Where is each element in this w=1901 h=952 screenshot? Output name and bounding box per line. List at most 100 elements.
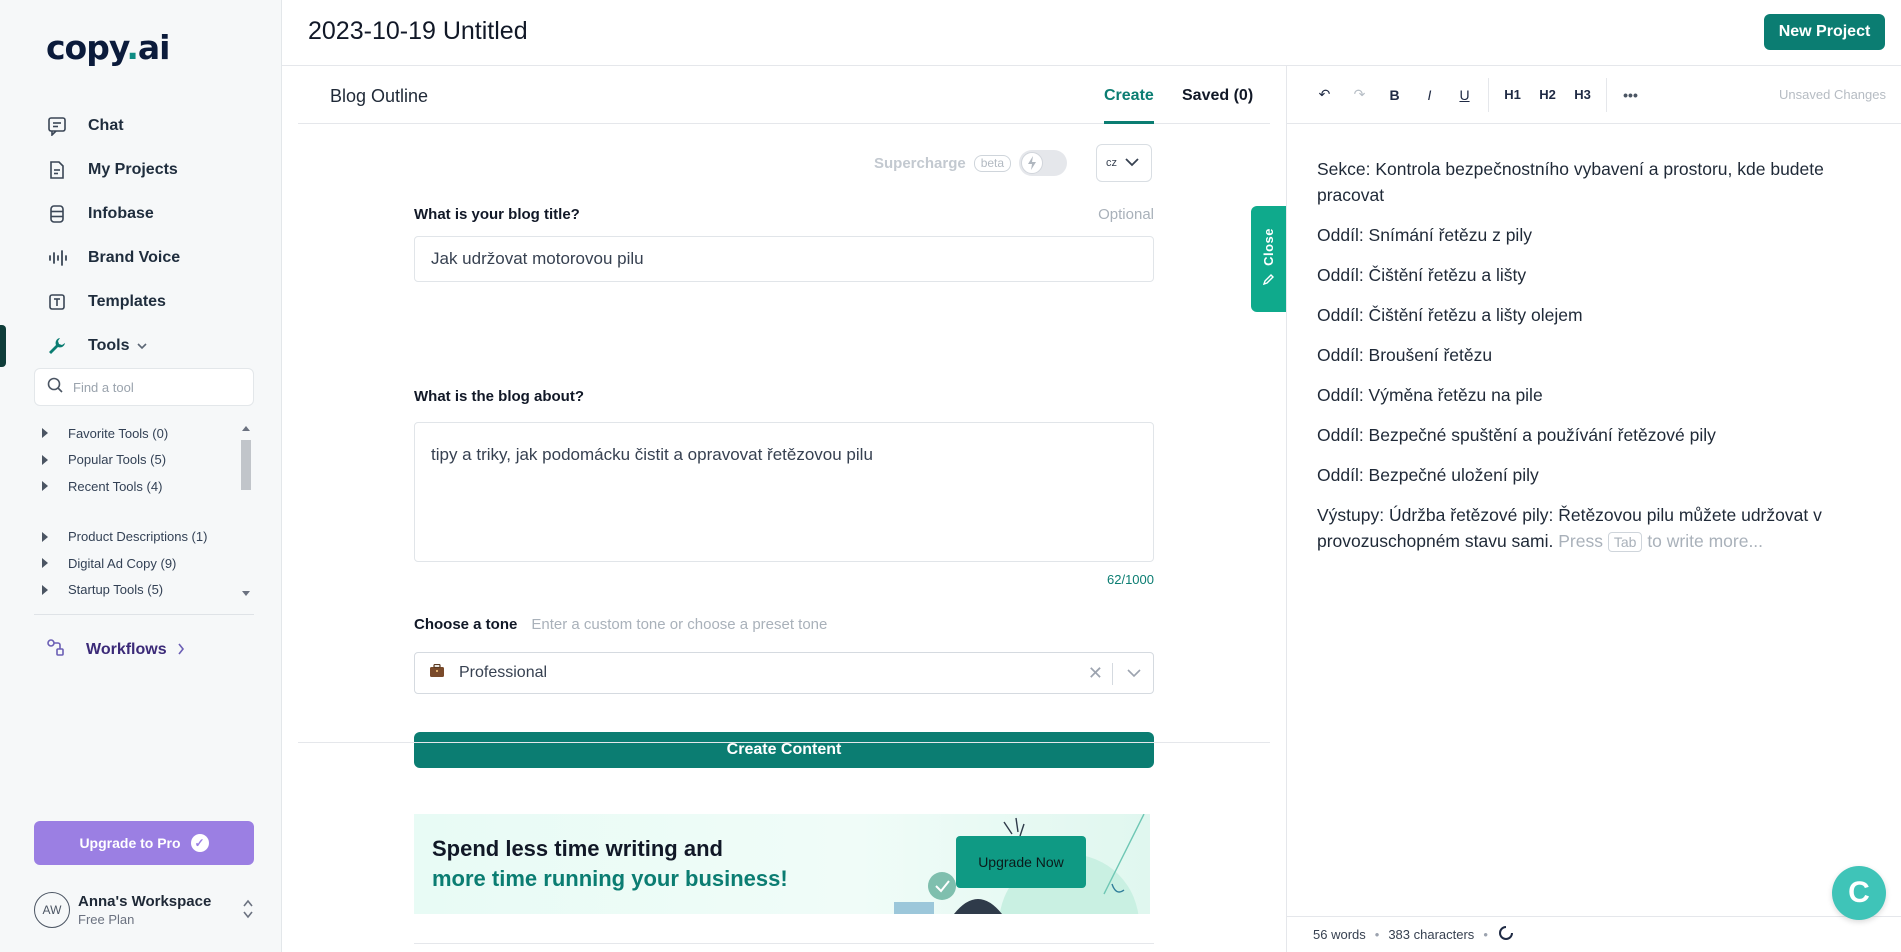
caret-right-icon xyxy=(42,531,48,542)
new-project-button[interactable]: New Project xyxy=(1764,14,1885,50)
tone-hint: Enter a custom tone or choose a preset t… xyxy=(531,616,828,633)
underline-button[interactable]: U xyxy=(1447,80,1482,110)
tree-item-label: Favorite Tools (0) xyxy=(68,425,169,441)
tool-panel-header: Blog Outline Create Saved (0) xyxy=(298,66,1270,124)
support-chat-button[interactable]: C xyxy=(1832,866,1886,920)
nav-item-tools[interactable]: Tools xyxy=(34,324,264,368)
workspace-switcher[interactable]: AW Anna's Workspace Free Plan xyxy=(34,888,254,932)
tree-divider-space xyxy=(34,500,252,524)
scroll-thumb[interactable] xyxy=(241,440,251,490)
panel-divider-bottom xyxy=(414,943,1154,944)
briefcase-icon xyxy=(429,663,445,683)
more-options-icon[interactable]: ••• xyxy=(1613,80,1648,110)
workspace-plan: Free Plan xyxy=(78,912,135,927)
database-icon xyxy=(46,203,68,225)
caret-right-icon xyxy=(42,428,48,439)
language-code: cz xyxy=(1106,157,1117,169)
language-select[interactable]: cz xyxy=(1096,144,1152,182)
undo-icon[interactable]: ↶ xyxy=(1307,80,1342,110)
scroll-down-icon[interactable] xyxy=(242,591,250,596)
italic-button[interactable]: I xyxy=(1412,80,1447,110)
tab-key-hint: Tab xyxy=(1607,532,1643,552)
workflows-link[interactable]: Workflows xyxy=(34,630,185,670)
tree-item-popular-tools[interactable]: Popular Tools (5) xyxy=(34,447,252,474)
chevron-right-icon xyxy=(177,642,185,658)
tree-item-digital-ad-copy[interactable]: Digital Ad Copy (9) xyxy=(34,550,252,577)
tool-search-box xyxy=(34,368,254,406)
lightning-icon xyxy=(1021,152,1044,174)
bold-button[interactable]: B xyxy=(1377,80,1412,110)
editor-paragraph: Oddíl: Čištění řetězu a lišty olejem xyxy=(1317,305,1583,325)
redo-icon[interactable]: ↷ xyxy=(1342,80,1377,110)
sidebar: copy.ai Chat My Projects Infobase Brand … xyxy=(0,0,282,952)
editor-paragraph: Oddíl: Bezpečné uložení pily xyxy=(1317,465,1539,485)
tone-row: Choose a tone Enter a custom tone or cho… xyxy=(414,616,827,633)
top-header: 2023-10-19 Untitled New Project xyxy=(282,0,1901,66)
tool-tree: Favorite Tools (0) Popular Tools (5) Rec… xyxy=(34,420,252,602)
upgrade-now-button[interactable]: Upgrade Now xyxy=(956,836,1086,888)
nav-item-infobase[interactable]: Infobase xyxy=(34,192,264,236)
character-count: 383 characters xyxy=(1388,927,1475,942)
title-field-label: What is your blog title? xyxy=(414,206,580,223)
chevron-down-icon[interactable] xyxy=(1127,665,1141,683)
unsaved-changes-status: Unsaved Changes xyxy=(1779,87,1886,102)
blog-outline-form: What is your blog title? Optional Jak ud… xyxy=(414,206,1154,768)
upgrade-promo-banner: Spend less time writing and more time ru… xyxy=(414,814,1150,914)
tree-item-label: Recent Tools (4) xyxy=(68,478,163,494)
tree-item-label: Product Descriptions (1) xyxy=(68,529,208,545)
main-nav: Chat My Projects Infobase Brand Voice Te… xyxy=(34,104,264,368)
tree-item-favorite-tools[interactable]: Favorite Tools (0) xyxy=(34,420,252,447)
caret-right-icon xyxy=(42,481,48,492)
tree-item-label: Popular Tools (5) xyxy=(68,452,167,468)
tone-field-label: Choose a tone xyxy=(414,616,518,633)
nav-item-chat[interactable]: Chat xyxy=(34,104,264,148)
upgrade-to-pro-button[interactable]: Upgrade to Pro ✓ xyxy=(34,821,254,865)
editor-paragraph: Oddíl: Bezpečné spuštění a používání řet… xyxy=(1317,425,1716,445)
upgrade-label: Upgrade to Pro xyxy=(79,835,181,851)
toolbar-divider xyxy=(1606,77,1607,112)
heading-2-button[interactable]: H2 xyxy=(1530,80,1565,110)
nav-label: Tools xyxy=(88,337,130,354)
editor-paragraph: Oddíl: Výměna řetězu na pile xyxy=(1317,385,1543,405)
nav-item-brand-voice[interactable]: Brand Voice xyxy=(34,236,264,280)
chevron-up-down-icon xyxy=(242,898,254,921)
nav-label: Chat xyxy=(88,117,124,134)
word-count: 56 words xyxy=(1313,927,1366,942)
status-divider xyxy=(1287,916,1901,917)
tone-select[interactable]: Professional ✕ xyxy=(414,652,1154,694)
tree-item-label: Digital Ad Copy (9) xyxy=(68,555,177,571)
nav-label: My Projects xyxy=(88,161,178,178)
avatar: AW xyxy=(34,892,70,928)
scroll-up-icon[interactable] xyxy=(242,426,250,431)
tool-panel: Blog Outline Create Saved (0) Supercharg… xyxy=(298,66,1270,952)
blog-about-textarea[interactable]: tipy a triky, jak podomácku čistit a opr… xyxy=(414,422,1154,562)
tree-item-startup-tools[interactable]: Startup Tools (5) xyxy=(34,577,252,604)
tab-create[interactable]: Create xyxy=(1104,87,1154,105)
editor-content[interactable]: Sekce: Kontrola bezpečnostního vybavení … xyxy=(1317,156,1877,568)
write-more-hint-press: Press xyxy=(1558,531,1603,551)
heading-1-button[interactable]: H1 xyxy=(1495,80,1530,110)
search-icon xyxy=(47,377,63,398)
wrench-icon xyxy=(46,335,68,357)
nav-label: Brand Voice xyxy=(88,249,181,266)
file-icon xyxy=(46,159,68,181)
create-content-button[interactable]: Create Content xyxy=(414,732,1154,768)
nav-item-templates[interactable]: Templates xyxy=(34,280,264,324)
tree-item-recent-tools[interactable]: Recent Tools (4) xyxy=(34,473,252,500)
close-panel-tab[interactable]: Close xyxy=(1251,206,1286,312)
clear-icon[interactable]: ✕ xyxy=(1088,663,1103,684)
copy-ai-logo[interactable]: copy.ai xyxy=(46,28,170,67)
caret-right-icon xyxy=(42,558,48,569)
tool-search-input[interactable] xyxy=(73,379,233,395)
supercharge-toggle[interactable] xyxy=(1019,150,1068,176)
tree-item-product-descriptions[interactable]: Product Descriptions (1) xyxy=(34,524,252,551)
tab-saved[interactable]: Saved (0) xyxy=(1182,87,1253,105)
about-field-label: What is the blog about? xyxy=(414,388,584,405)
workspace-info: Anna's Workspace Free Plan xyxy=(78,893,211,927)
page-title[interactable]: 2023-10-19 Untitled xyxy=(308,17,528,46)
workflow-icon xyxy=(46,638,66,663)
heading-3-button[interactable]: H3 xyxy=(1565,80,1600,110)
nav-item-my-projects[interactable]: My Projects xyxy=(34,148,264,192)
blog-title-input[interactable]: Jak udržovat motorovou pilu xyxy=(414,236,1154,282)
tool-tree-scrollbar[interactable] xyxy=(240,420,252,602)
